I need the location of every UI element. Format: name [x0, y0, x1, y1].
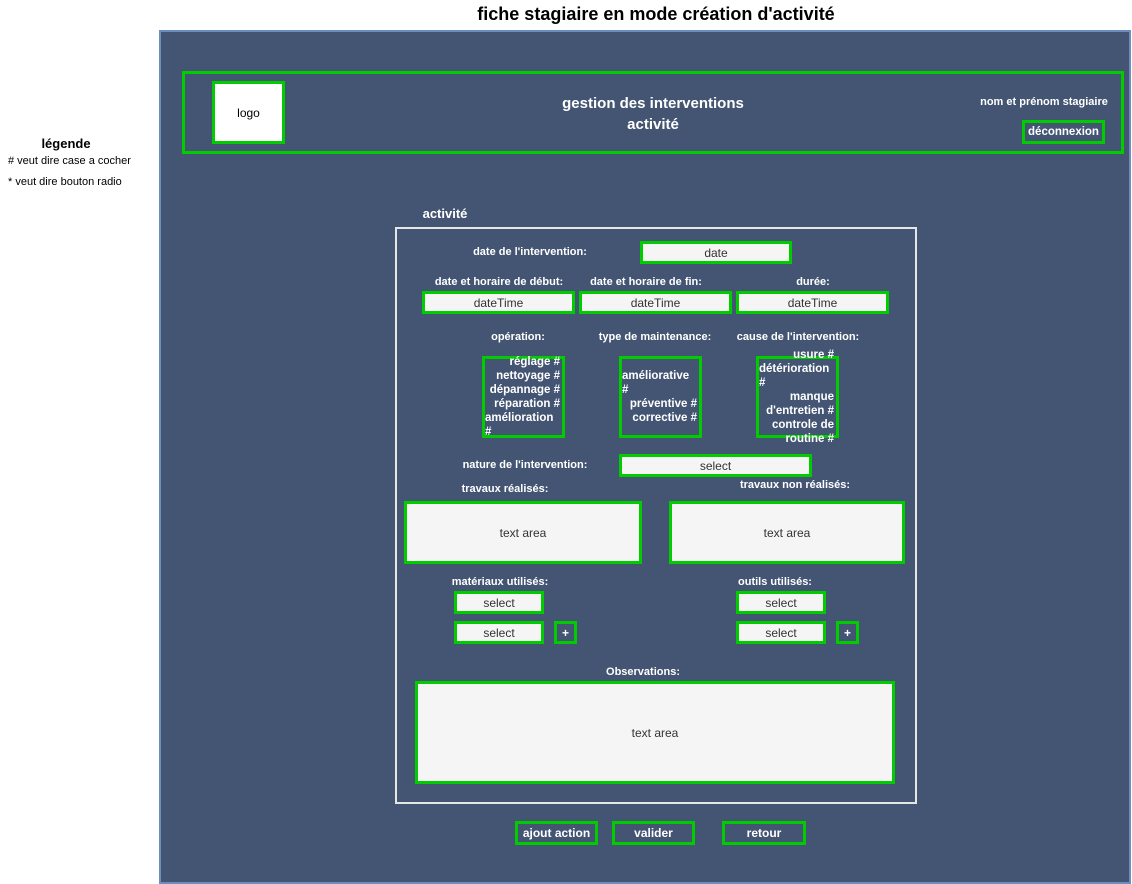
end-datetime-label: date et horaire de fin:	[590, 276, 702, 288]
add-tool-button[interactable]: +	[836, 621, 859, 644]
operation-option[interactable]: amélioration #	[485, 411, 560, 439]
operation-option[interactable]: réglage #	[510, 355, 561, 369]
duration-label: durée:	[796, 276, 830, 288]
operation-option[interactable]: dépannage #	[490, 383, 560, 397]
materials-select[interactable]: select	[454, 621, 544, 644]
cause-label: cause de l'intervention:	[736, 331, 860, 343]
materials-select[interactable]: select	[454, 591, 544, 614]
start-datetime-input[interactable]: dateTime	[422, 291, 575, 314]
tools-label: outils utilisés:	[738, 576, 812, 588]
operation-label: opération:	[491, 331, 545, 343]
page-title: fiche stagiaire en mode création d'activ…	[477, 4, 835, 24]
date-input[interactable]: date	[640, 241, 792, 264]
add-action-button[interactable]: ajout action	[515, 821, 598, 845]
back-button[interactable]: retour	[722, 821, 806, 845]
user-name: nom et prénom stagiaire	[980, 96, 1108, 108]
cause-checkbox-group[interactable]: usure # détérioration # manque d'entreti…	[756, 349, 839, 445]
date-label: date de l'intervention:	[473, 246, 587, 258]
legend-radio-note: * veut dire bouton radio	[8, 176, 122, 188]
operation-option[interactable]: réparation #	[494, 397, 560, 411]
materials-label: matériaux utilisés:	[451, 576, 549, 588]
end-datetime-input[interactable]: dateTime	[579, 291, 732, 314]
works-done-label: travaux réalisés:	[461, 483, 549, 495]
maintenance-type-label: type de maintenance:	[598, 331, 712, 343]
logo: logo	[212, 81, 285, 144]
start-datetime-label: date et horaire de début:	[434, 276, 564, 288]
observations-label: Observations:	[606, 666, 680, 678]
cause-option[interactable]: usure #	[793, 348, 834, 362]
works-not-done-label: travaux non réalisés:	[739, 479, 851, 491]
app-title-line1: gestion des interventions	[562, 95, 744, 112]
nature-select[interactable]: select	[619, 454, 812, 477]
maintenance-option[interactable]: préventive #	[630, 397, 697, 411]
works-not-done-textarea[interactable]: text area	[669, 501, 905, 564]
duration-input[interactable]: dateTime	[736, 291, 889, 314]
cause-option[interactable]: routine #	[785, 432, 834, 446]
section-title: activité	[422, 206, 468, 221]
maintenance-option[interactable]: corrective #	[632, 411, 697, 425]
legend-title: légende	[41, 136, 91, 151]
operation-checkbox-group[interactable]: réglage # nettoyage # dépannage # répara…	[482, 356, 565, 438]
maintenance-type-checkbox-group[interactable]: améliorative # préventive # corrective #	[619, 356, 702, 438]
tools-select[interactable]: select	[736, 621, 826, 644]
nature-label: nature de l'intervention:	[462, 459, 588, 471]
operation-option[interactable]: nettoyage #	[496, 369, 560, 383]
cause-option[interactable]: manque	[790, 390, 834, 404]
tools-select[interactable]: select	[736, 591, 826, 614]
add-material-button[interactable]: +	[554, 621, 577, 644]
legend-checkbox-note: # veut dire case a cocher	[8, 155, 131, 167]
maintenance-option[interactable]: améliorative #	[622, 369, 697, 397]
validate-button[interactable]: valider	[612, 821, 695, 845]
observations-textarea[interactable]: text area	[415, 681, 895, 784]
works-done-textarea[interactable]: text area	[404, 501, 642, 564]
cause-option[interactable]: détérioration #	[759, 362, 834, 390]
app-title: gestion des interventions activité	[500, 93, 806, 135]
app-title-line2: activité	[627, 116, 679, 133]
cause-option[interactable]: d'entretien #	[766, 404, 834, 418]
logout-button[interactable]: déconnexion	[1022, 120, 1105, 144]
cause-option[interactable]: controle de	[772, 418, 834, 432]
